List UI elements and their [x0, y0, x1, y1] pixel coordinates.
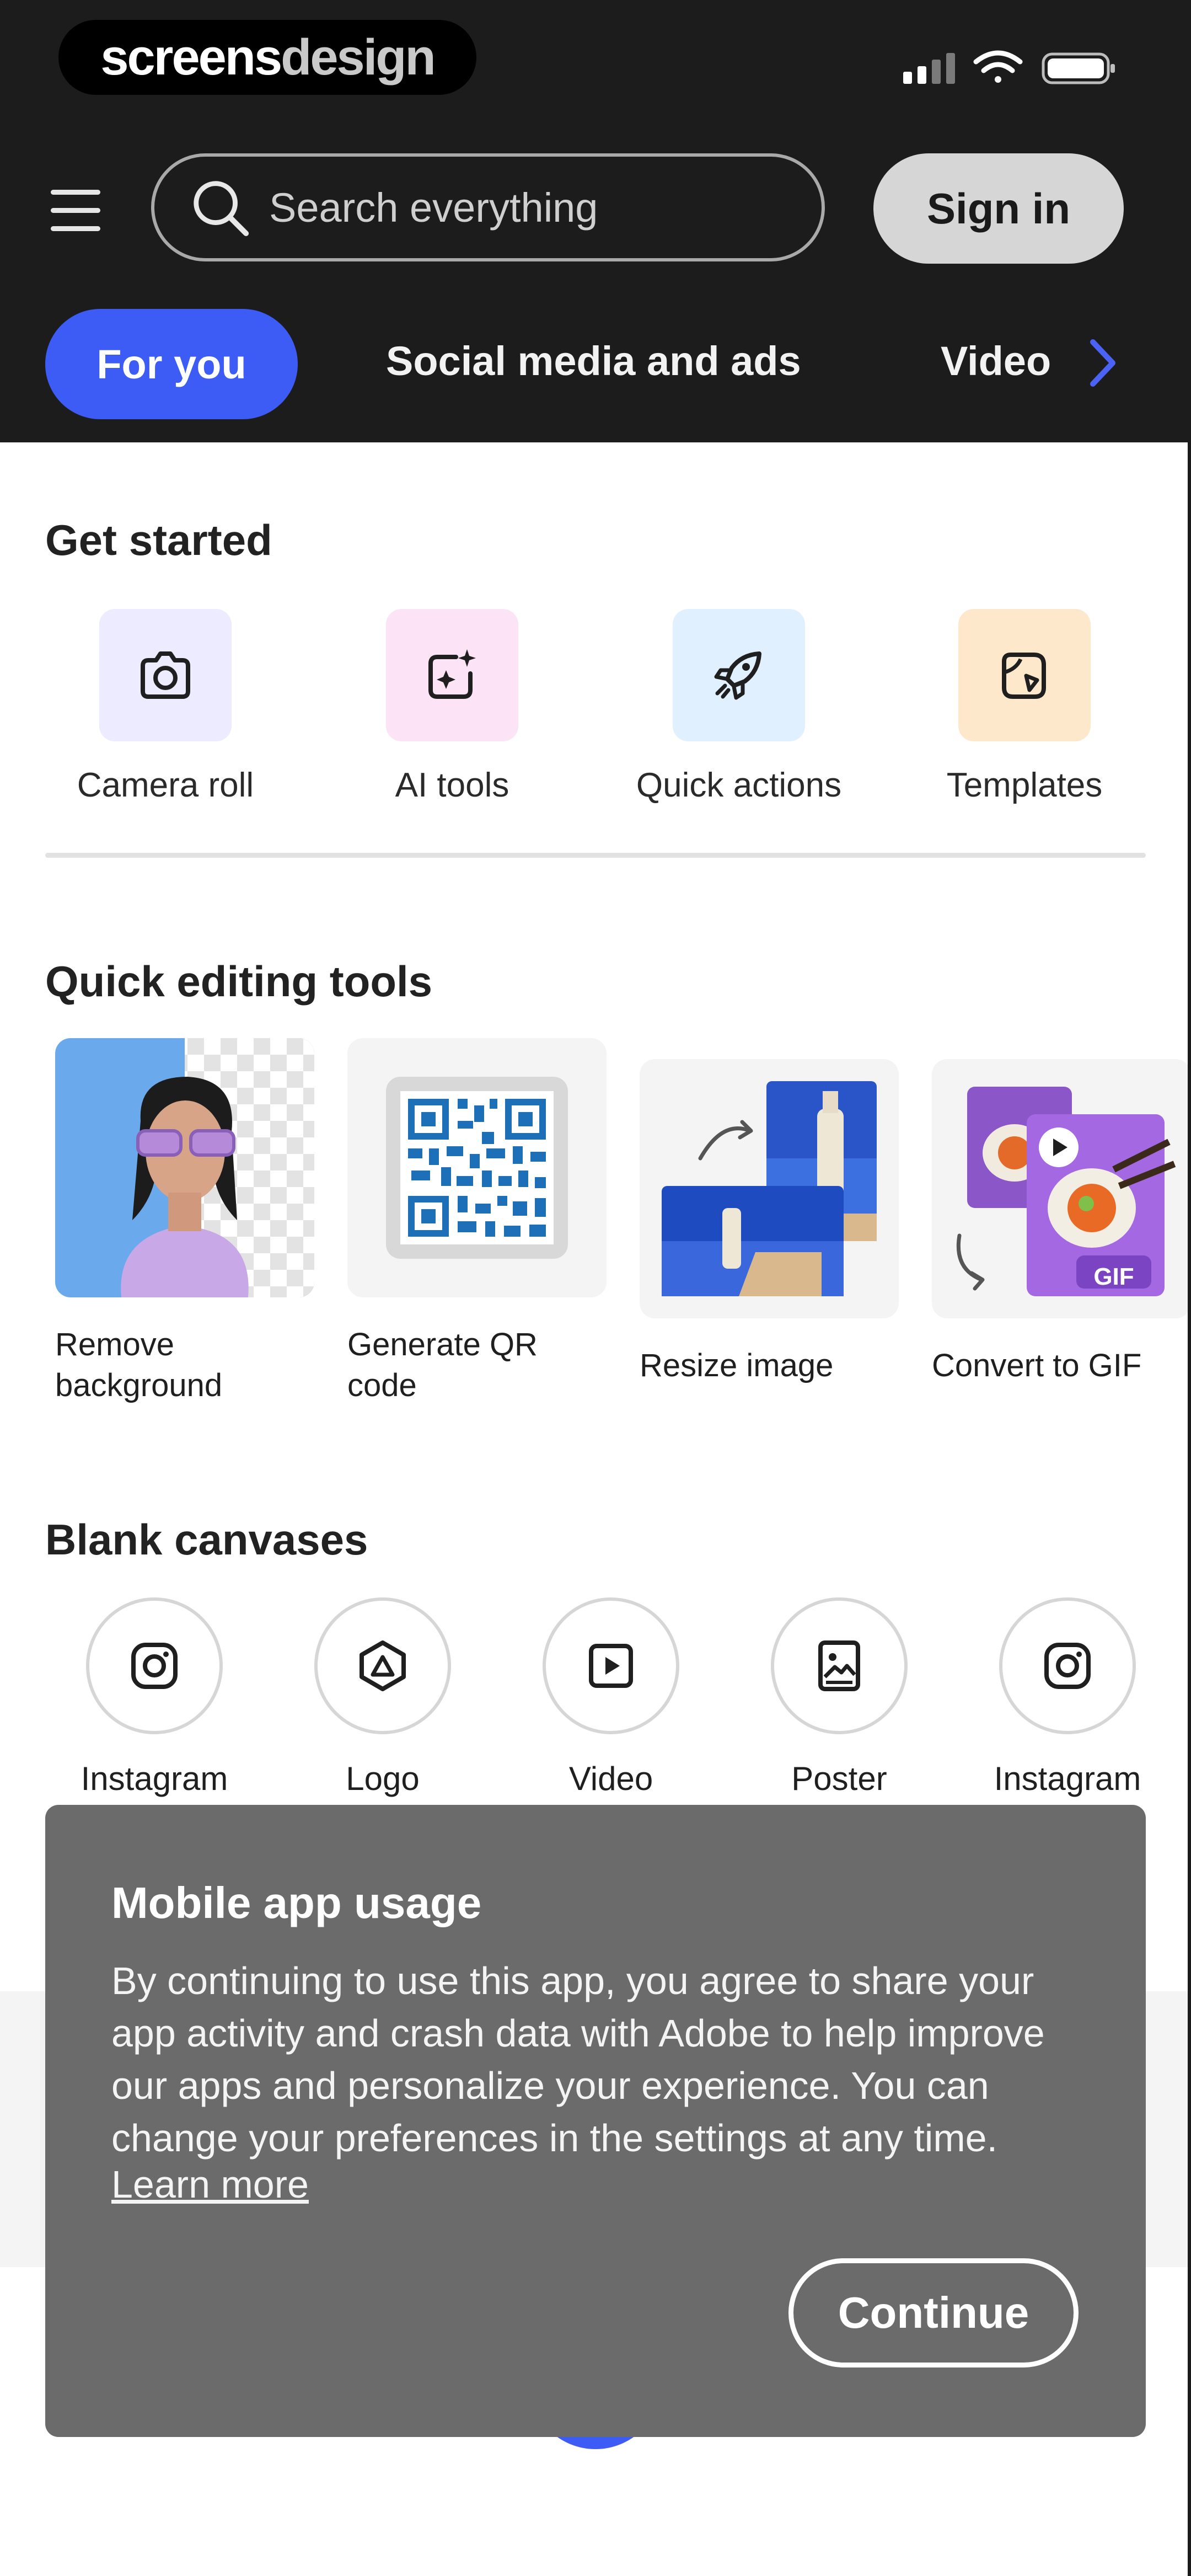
- dialog-body: By continuing to use this app, you agree…: [111, 1959, 1045, 2160]
- canvas-video-label: Video: [568, 1760, 653, 1797]
- battery-icon: [1042, 52, 1115, 84]
- quick-editing-tools-title: Quick editing tools: [45, 957, 433, 1006]
- tool-resize-image[interactable]: Resize image: [640, 1059, 899, 1386]
- menu-icon[interactable]: [51, 190, 100, 232]
- gif-badge: GIF: [1093, 1263, 1134, 1290]
- canvas-instagram-label: Instagram: [81, 1760, 228, 1797]
- search-placeholder: Search everything: [269, 184, 598, 231]
- tool-convert-to-gif[interactable]: GIF Convert to GIF: [932, 1059, 1191, 1386]
- app-header: screensdesign Search everything Sign in: [0, 0, 1191, 442]
- convert-to-gif-label: Convert to GIF: [932, 1348, 1142, 1383]
- quick-actions-label: Quick actions: [636, 766, 842, 804]
- poster-icon: [771, 1597, 908, 1734]
- canvas-logo[interactable]: Logo: [283, 1597, 482, 1798]
- usage-consent-dialog: Mobile app usage By continuing to use th…: [45, 1805, 1146, 2437]
- rocket-icon: [673, 609, 805, 741]
- tool-remove-background[interactable]: Remove background: [55, 1038, 314, 1406]
- tab-social-media-and-ads[interactable]: Social media and ads: [386, 338, 801, 384]
- templates-icon: [958, 609, 1091, 741]
- tab-for-you[interactable]: For you: [45, 309, 298, 419]
- remove-background-thumbnail: [55, 1038, 314, 1297]
- canvas-video[interactable]: Video: [512, 1597, 710, 1798]
- qr-code-thumbnail: [347, 1038, 607, 1297]
- generate-qr-code-label: Generate QR code: [347, 1327, 538, 1403]
- screen-edge: [1188, 442, 1191, 2576]
- sign-in-button[interactable]: Sign in: [873, 153, 1124, 264]
- signal-icon: [903, 53, 955, 84]
- canvas-logo-label: Logo: [346, 1760, 420, 1797]
- camera-icon: [99, 609, 232, 741]
- get-started-camera-roll[interactable]: Camera roll: [44, 609, 287, 805]
- section-divider: [45, 853, 1146, 858]
- brand-part-2: design: [281, 29, 436, 85]
- resize-image-label: Resize image: [640, 1348, 834, 1383]
- dialog-title: Mobile app usage: [111, 1878, 482, 1927]
- logo-icon: [314, 1597, 451, 1734]
- get-started-title: Get started: [45, 516, 272, 564]
- get-started-quick-actions[interactable]: Quick actions: [618, 609, 860, 805]
- remove-background-label: Remove background: [55, 1327, 223, 1403]
- canvas-instagram-2-label: Instagram: [994, 1760, 1141, 1797]
- tool-generate-qr-code[interactable]: Generate QR code: [347, 1038, 607, 1406]
- search-icon: [194, 181, 249, 237]
- instagram-icon: [999, 1597, 1136, 1734]
- convert-to-gif-thumbnail: [932, 1059, 1191, 1318]
- templates-label: Templates: [946, 766, 1103, 804]
- canvas-instagram[interactable]: Instagram: [55, 1597, 254, 1798]
- learn-more-link[interactable]: Learn more: [111, 2162, 309, 2206]
- brand-part-1: screens: [100, 29, 282, 85]
- continue-button[interactable]: Continue: [788, 2258, 1079, 2367]
- brand-watermark: screens design: [58, 20, 476, 95]
- blank-canvases-title: Blank canvases: [45, 1515, 368, 1564]
- get-started-ai-tools[interactable]: AI tools: [331, 609, 573, 805]
- canvas-poster-label: Poster: [791, 1760, 887, 1797]
- ai-tools-label: AI tools: [395, 766, 509, 804]
- chevron-right-icon[interactable]: [1086, 335, 1119, 391]
- tab-video[interactable]: Video: [941, 338, 1051, 384]
- canvas-instagram-2[interactable]: Instagram: [968, 1597, 1167, 1798]
- instagram-icon: [86, 1597, 223, 1734]
- camera-roll-label: Camera roll: [77, 766, 254, 804]
- video-icon: [543, 1597, 679, 1734]
- search-input[interactable]: Search everything: [151, 153, 825, 261]
- status-bar-icons: [903, 50, 1115, 84]
- canvas-poster[interactable]: Poster: [740, 1597, 938, 1798]
- resize-image-thumbnail: [640, 1059, 899, 1318]
- wifi-icon: [973, 50, 1023, 83]
- get-started-templates[interactable]: Templates: [903, 609, 1146, 805]
- ai-sparkle-icon: [386, 609, 518, 741]
